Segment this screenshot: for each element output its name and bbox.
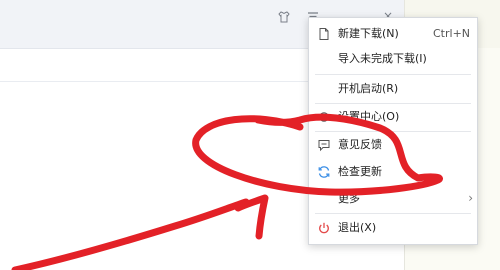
annotation-arrow-stroke	[11, 198, 250, 270]
menu-item-label: 导入未完成下载(I)	[338, 52, 427, 65]
menu-item-more[interactable]: 更多 ›	[309, 187, 477, 211]
menu-item-label: 退出(X)	[338, 221, 377, 234]
menu-item-start-on-boot[interactable]: 开机启动(R)	[309, 77, 477, 101]
menu-item-shortcut: Ctrl+N	[433, 27, 471, 40]
menu-item-feedback[interactable]: 意见反馈	[309, 133, 477, 157]
menu-separator	[315, 213, 471, 214]
menu-item-exit[interactable]: 退出(X)	[309, 216, 477, 240]
feedback-icon	[318, 140, 330, 152]
menu-item-label: 开机启动(R)	[338, 82, 399, 95]
download-manager-window: × 新建下载(N) Ctrl+N 导入未完成下载(I) 开机启动(R) 设置中心…	[0, 0, 500, 270]
new-file-icon	[319, 28, 329, 40]
menu-separator	[315, 74, 471, 75]
main-dropdown-menu: 新建下载(N) Ctrl+N 导入未完成下载(I) 开机启动(R) 设置中心(O…	[308, 17, 478, 245]
menu-item-label: 检查更新	[338, 165, 382, 178]
power-icon	[319, 222, 329, 234]
menu-item-check-update[interactable]: 检查更新	[309, 160, 477, 184]
menu-item-new-download[interactable]: 新建下载(N) Ctrl+N	[309, 22, 477, 46]
menu-separator	[315, 103, 471, 104]
refresh-icon	[318, 166, 330, 178]
menu-item-label: 更多	[338, 192, 360, 205]
skin-icon[interactable]	[277, 10, 291, 24]
menu-item-settings[interactable]: 设置中心(O)	[309, 105, 477, 129]
menu-item-label: 新建下载(N)	[338, 27, 399, 40]
menu-item-label: 设置中心(O)	[338, 110, 400, 123]
annotation-arrow-head	[234, 194, 269, 240]
menu-item-import-unfinished[interactable]: 导入未完成下载(I)	[309, 47, 477, 71]
gear-icon	[319, 112, 329, 122]
menu-separator	[315, 131, 471, 132]
chevron-right-icon: ›	[468, 191, 473, 205]
menu-item-label: 意见反馈	[338, 138, 382, 151]
